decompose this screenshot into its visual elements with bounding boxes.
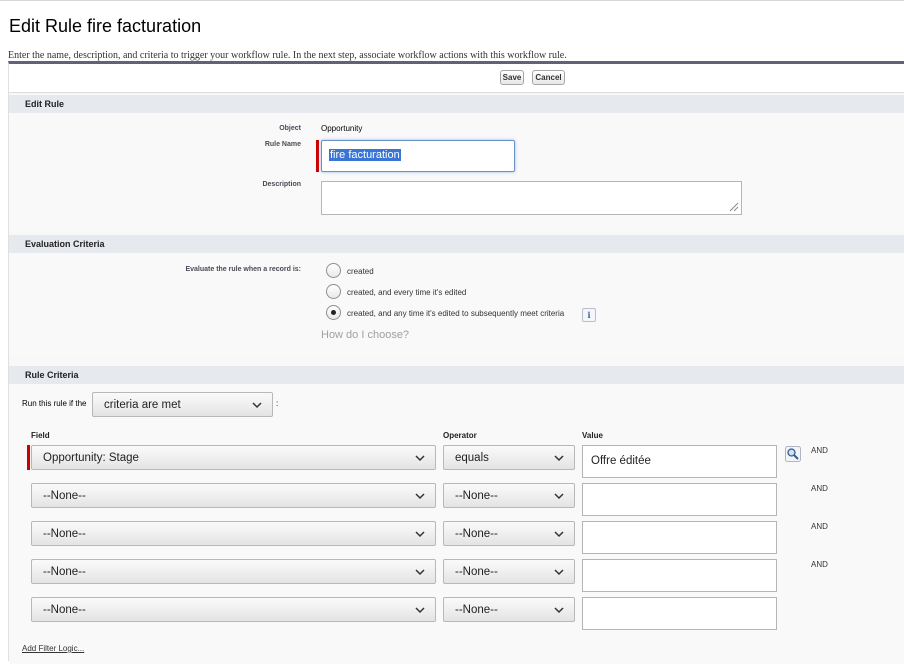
save-button[interactable]: Save — [500, 70, 524, 85]
add-filter-logic-link[interactable]: Add Filter Logic... — [22, 644, 84, 653]
criteria-operator-select[interactable]: --None-- — [443, 559, 575, 584]
criteria-operator-value: equals — [455, 451, 489, 464]
criteria-field-value: --None-- — [43, 603, 86, 616]
criteria-operator-value: --None-- — [455, 527, 498, 540]
button-bar: Save Cancel — [9, 64, 904, 93]
criteria-value-text: Offre éditée — [591, 455, 651, 467]
criteria-field-select[interactable]: --None-- — [31, 483, 436, 508]
rule-name-input[interactable]: fire facturation — [321, 140, 515, 172]
rule-criteria-section-header: Rule Criteria — [9, 366, 904, 384]
chevron-down-icon — [554, 569, 564, 576]
chevron-down-icon — [415, 607, 425, 614]
field-column-header: Field — [31, 431, 50, 440]
criteria-operator-select[interactable]: --None-- — [443, 483, 575, 508]
criteria-operator-value: --None-- — [455, 489, 498, 502]
edit-rule-heading: Edit Rule — [25, 99, 65, 109]
chevron-down-icon — [554, 531, 564, 538]
criteria-mode-value: criteria are met — [104, 398, 181, 411]
criteria-field-value: --None-- — [43, 565, 86, 578]
criteria-operator-select[interactable]: --None-- — [443, 597, 575, 622]
run-rule-suffix: : — [276, 399, 279, 408]
criteria-field-select[interactable]: --None-- — [31, 597, 436, 622]
description-label: Description — [262, 181, 301, 188]
criteria-operator-value: --None-- — [455, 603, 498, 616]
required-marker — [316, 140, 319, 172]
info-icon[interactable]: i — [582, 308, 596, 322]
object-label: Object — [279, 125, 301, 132]
criteria-value-input[interactable]: Offre éditée — [582, 445, 777, 478]
criteria-mode-select[interactable]: criteria are met — [92, 392, 273, 417]
radio-created-every-edit-label: created, and every time it's edited — [347, 288, 467, 297]
chevron-down-icon — [554, 493, 564, 500]
rule-name-value: fire facturation — [329, 149, 401, 161]
chevron-down-icon — [415, 569, 425, 576]
cancel-button[interactable]: Cancel — [532, 70, 565, 85]
criteria-field-value: Opportunity: Stage — [43, 451, 139, 464]
chevron-down-icon — [415, 531, 425, 538]
criteria-value-input[interactable] — [582, 483, 777, 516]
required-marker — [27, 445, 30, 470]
criteria-field-select[interactable]: Opportunity: Stage — [31, 445, 436, 470]
and-connector: AND — [811, 560, 828, 569]
value-column-header: Value — [582, 431, 603, 440]
evaluation-section-header: Evaluation Criteria — [9, 235, 904, 253]
resize-handle-icon[interactable] — [729, 202, 739, 212]
evaluation-prompt: Evaluate the rule when a record is: — [185, 266, 301, 273]
how-do-i-choose-link[interactable]: How do I choose? — [321, 329, 409, 341]
criteria-value-input[interactable] — [582, 597, 777, 630]
top-divider — [0, 0, 904, 1]
radio-created-meet-criteria-label: created, and any time it's edited to sub… — [347, 309, 565, 318]
chevron-down-icon — [554, 607, 564, 614]
lookup-icon[interactable] — [785, 446, 801, 462]
criteria-operator-select[interactable]: --None-- — [443, 521, 575, 546]
criteria-field-value: --None-- — [43, 527, 86, 540]
and-connector: AND — [811, 522, 828, 531]
radio-created-label: created — [347, 267, 374, 276]
criteria-value-input[interactable] — [582, 521, 777, 554]
page-description: Enter the name, description, and criteri… — [8, 50, 567, 61]
radio-created[interactable] — [326, 263, 341, 278]
criteria-field-select[interactable]: --None-- — [31, 521, 436, 546]
criteria-field-value: --None-- — [43, 489, 86, 502]
criteria-operator-value: --None-- — [455, 565, 498, 578]
object-value: Opportunity — [321, 124, 363, 133]
page-title: Edit Rule fire facturation — [9, 16, 202, 36]
operator-column-header: Operator — [443, 431, 477, 440]
run-rule-prefix: Run this rule if the — [22, 399, 87, 408]
description-textarea[interactable] — [321, 181, 742, 215]
rule-criteria-heading: Rule Criteria — [25, 370, 79, 380]
criteria-operator-select[interactable]: equals — [443, 445, 575, 470]
evaluation-heading: Evaluation Criteria — [25, 239, 105, 249]
chevron-down-icon — [415, 455, 425, 462]
criteria-value-input[interactable] — [582, 559, 777, 592]
rule-name-label: Rule Name — [264, 141, 301, 148]
criteria-field-select[interactable]: --None-- — [31, 559, 436, 584]
and-connector: AND — [811, 484, 828, 493]
chevron-down-icon — [252, 402, 262, 409]
chevron-down-icon — [554, 455, 564, 462]
edit-rule-section-header: Edit Rule — [9, 95, 904, 113]
and-connector: AND — [811, 446, 828, 455]
edit-rule-panel: Save Cancel Edit Rule Object Opportunity… — [8, 61, 904, 664]
radio-created-every-edit[interactable] — [326, 284, 341, 299]
chevron-down-icon — [415, 493, 425, 500]
radio-created-meet-criteria[interactable] — [326, 305, 341, 320]
